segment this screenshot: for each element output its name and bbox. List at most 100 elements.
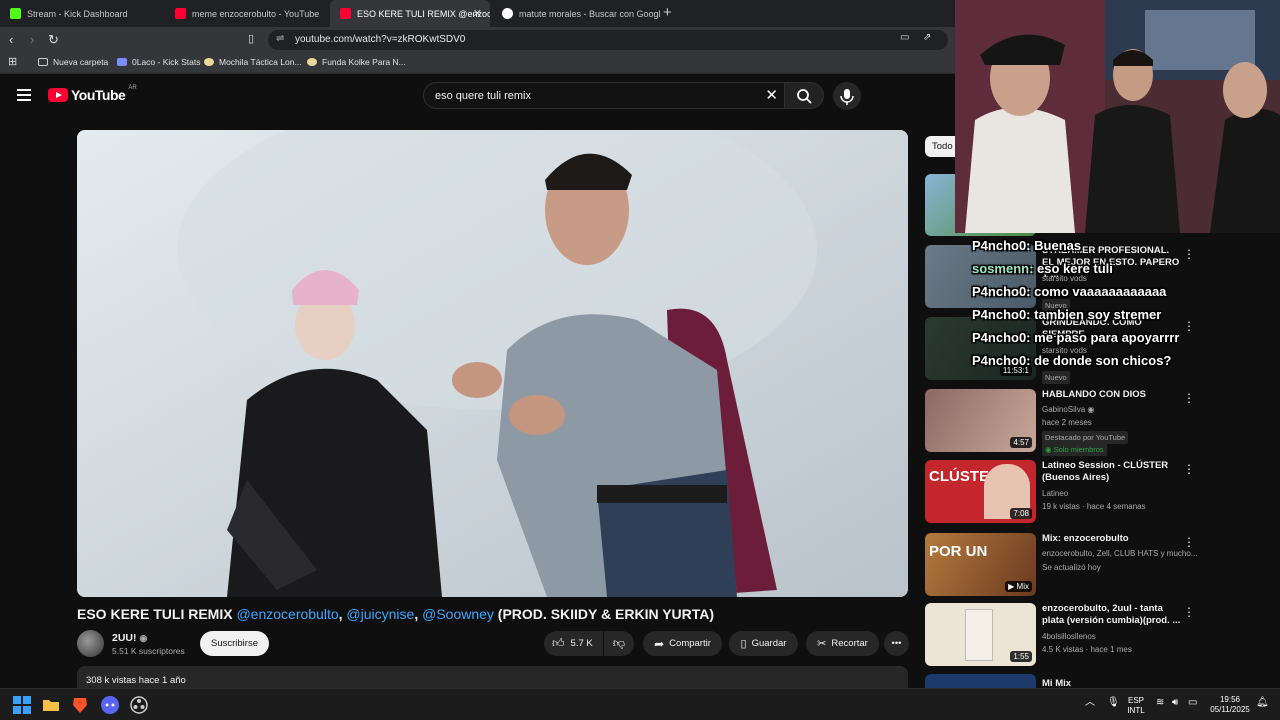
more-vert-icon[interactable]: ⋮ [1183, 535, 1195, 549]
chat-message: P4ncho0: me paso para apoyarrrr [972, 330, 1179, 345]
recommendation-channel[interactable]: Latineo [1042, 489, 1068, 498]
save-button[interactable]: ▯ Guardar [729, 631, 798, 656]
obs-studio-icon[interactable] [129, 695, 149, 715]
search-button[interactable] [784, 82, 824, 109]
more-vert-icon[interactable]: ⋮ [1183, 391, 1195, 405]
like-button[interactable]: 👍︎ 5.7 K [544, 631, 603, 656]
discord-icon[interactable] [100, 695, 120, 715]
reload-icon[interactable]: ↻ [48, 32, 59, 48]
recommendation-item[interactable]: Mi Mix [925, 674, 1265, 688]
video-thumbnail[interactable]: CLÚSTER 7:08 [925, 460, 1036, 523]
thumbs-up-icon: 👍︎ [552, 636, 565, 650]
recommendation-title[interactable]: HABLANDO CON DIOS [1042, 389, 1182, 401]
recommendation-title[interactable]: Mix: enzocerobulto [1042, 533, 1182, 545]
cast-icon[interactable]: ▭ [900, 32, 909, 43]
bookmarks-bar: ⊞ Nueva carpeta 0Laco - Kick Stats Mochi… [0, 52, 955, 74]
channel-name[interactable]: 2UU! ◉ [112, 632, 147, 644]
menu-icon[interactable] [17, 89, 31, 101]
video-thumbnail[interactable]: 1:55 [925, 603, 1036, 666]
channel-avatar[interactable] [77, 630, 104, 657]
url-field[interactable]: ⇌ youtube.com/watch?v=zkROKwtSDV0 ▭ ⇗ [268, 30, 948, 50]
duration-label: 4:57 [1010, 437, 1032, 448]
members-icon: ◉ [1045, 445, 1054, 454]
forward-icon[interactable]: › [30, 32, 34, 47]
more-vert-icon[interactable]: ⋮ [1183, 247, 1195, 261]
bookmark-icon[interactable]: ▯ [248, 32, 254, 45]
search-input[interactable]: eso quere tuli remix ✕ [423, 82, 786, 109]
recommendation-meta: 4.5 K vistas · hace 1 mes [1042, 645, 1132, 654]
subscribe-button[interactable]: Suscribirse [200, 631, 269, 656]
more-vert-icon[interactable]: ⋮ [1183, 319, 1195, 333]
video-thumbnail[interactable]: 4:57 [925, 389, 1036, 452]
input-language-indicator[interactable]: ESP INTL [1124, 696, 1148, 716]
browser-tab-strip: Stream - Kick Dashboard meme enzocerobul… [0, 0, 955, 27]
verified-icon: ◉ [139, 633, 148, 643]
recommendation-channel[interactable]: enzocerobulto, Zell, CLUB HATS y mucho..… [1042, 549, 1197, 558]
more-vert-icon[interactable]: ⋮ [1183, 605, 1195, 619]
kick-favicon-icon [10, 8, 21, 19]
voice-search-button[interactable] [833, 82, 861, 110]
tab-label: Stream - Kick Dashboard [27, 8, 128, 19]
channel-name-text: 2UU! [112, 632, 137, 644]
recommendation-channel[interactable]: GabinoSilva ◉ [1042, 405, 1094, 414]
recommendation-title[interactable]: enzocerobulto, 2uul - tanta plata (versi… [1042, 603, 1182, 627]
microphone-tray-icon[interactable]: 🎙︎ [1107, 698, 1120, 708]
battery-icon[interactable]: ▭ [1188, 698, 1197, 708]
bookmark-item[interactable]: Funda Kolke Para N... [307, 57, 406, 67]
file-explorer-icon[interactable] [41, 695, 61, 715]
mention-link[interactable]: @juicynise [346, 606, 414, 622]
tab-youtube-meme[interactable]: meme enzocerobulto - YouTube [165, 0, 330, 27]
windows-start-icon[interactable] [12, 695, 32, 715]
video-thumbnail[interactable]: 11:53:1 [925, 317, 1036, 380]
bookmark-item[interactable]: 0Laco - Kick Stats [117, 57, 201, 67]
more-horizontal-icon: ••• [891, 638, 902, 649]
tab-kick-dashboard[interactable]: Stream - Kick Dashboard [0, 0, 165, 27]
clock-date: 05/11/2025 [1210, 705, 1250, 714]
show-hidden-icons-icon[interactable]: ︿ [1085, 698, 1095, 708]
brave-browser-icon[interactable] [70, 695, 90, 715]
youtube-header: YouTube AR eso quere tuli remix ✕ [0, 74, 955, 119]
notifications-bell-icon[interactable]: 🔔︎ [1256, 698, 1269, 708]
filter-chip-all[interactable]: Todo [925, 136, 955, 157]
clock[interactable]: 19:56 05/11/2025 [1204, 695, 1256, 715]
site-info-icon[interactable]: ⇌ [276, 33, 284, 44]
share-button[interactable]: ➦ Compartir [643, 631, 722, 656]
close-tab-icon[interactable]: ✕ [473, 7, 482, 20]
recommendation-title[interactable]: Latineo Session - CLÚSTER (Buenos Aires) [1042, 460, 1182, 484]
subscriber-count: 5.51 K suscriptores [112, 646, 185, 656]
recommendation-meta: 19 k vistas · hace 4 semanas [1042, 502, 1146, 511]
bookmark-item[interactable]: Nueva carpeta [38, 57, 108, 67]
mention-link[interactable]: @Soowney [422, 606, 494, 622]
recommendation-title[interactable]: Mi Mix [1042, 678, 1182, 688]
dislike-button[interactable]: 👎︎ [604, 631, 634, 656]
tab-eso-kere-tuli[interactable]: ESO KERE TULI REMIX @enzocer ✕ [330, 0, 490, 27]
youtube-logo[interactable]: YouTube AR [48, 85, 137, 103]
volume-icon[interactable]: 🔊︎ [1172, 698, 1178, 708]
tab-google-search[interactable]: matute morales - Buscar con Google [492, 0, 660, 27]
bookmark-item[interactable]: Mochila Táctica Lon... [204, 57, 302, 67]
wifi-icon[interactable]: ≋ [1156, 698, 1164, 708]
clip-button[interactable]: ✂ Recortar [806, 631, 879, 656]
new-tab-icon[interactable]: + [663, 4, 672, 21]
more-actions-button[interactable]: ••• [884, 631, 909, 656]
chat-message: P4ncho0: tambien soy stremer [972, 307, 1161, 322]
folder-icon [38, 58, 48, 66]
mercadolibre-favicon-icon [307, 58, 317, 66]
video-thumbnail[interactable] [925, 674, 1036, 688]
apps-grid-icon[interactable]: ⊞ [8, 55, 17, 68]
kickstats-favicon-icon [117, 58, 127, 66]
share-icon[interactable]: ⇗ [923, 32, 931, 43]
mix-icon: ▶ [1008, 582, 1017, 591]
clip-label: Recortar [831, 638, 868, 649]
recommendation-channel[interactable]: 4bolsillosllenos [1042, 632, 1096, 641]
mention-link[interactable]: @enzocerobulto [236, 606, 338, 622]
clock-time: 19:56 [1219, 695, 1241, 704]
video-thumbnail[interactable]: POR UN ▶ Mix [925, 533, 1036, 596]
clear-search-icon[interactable]: ✕ [765, 86, 778, 104]
more-vert-icon[interactable]: ⋮ [1183, 462, 1195, 476]
video-player[interactable] [77, 130, 908, 597]
address-bar-row: ‹ › ↻ ▯ ⇌ youtube.com/watch?v=zkROKwtSDV… [0, 27, 955, 52]
bookmark-save-icon: ▯ [740, 638, 747, 650]
youtube-play-icon [48, 88, 68, 102]
back-icon[interactable]: ‹ [9, 32, 13, 47]
